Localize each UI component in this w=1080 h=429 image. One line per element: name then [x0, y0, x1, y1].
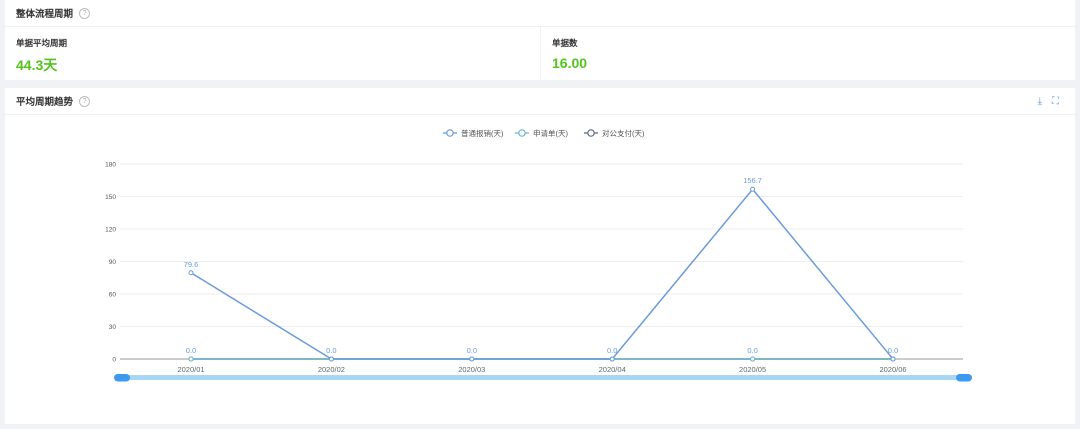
data-label: 0.0	[747, 346, 757, 355]
x-tick-label: 2020/05	[739, 365, 766, 374]
data-label: 0.0	[186, 346, 196, 355]
y-tick-label: 0	[112, 357, 116, 364]
x-tick-label: 2020/04	[599, 365, 626, 374]
data-label: 0.0	[467, 346, 477, 355]
legend-label: 申请单(天)	[533, 128, 568, 138]
legend-label: 对公支付(天)	[602, 128, 645, 138]
y-tick-label: 180	[105, 162, 116, 169]
legend-marker	[446, 129, 454, 137]
y-tick-label: 30	[109, 324, 117, 331]
x-tick-label: 2020/02	[318, 365, 345, 374]
data-point	[750, 186, 756, 192]
data-point	[188, 356, 194, 362]
x-tick-label: 2020/06	[879, 365, 906, 374]
zoom-track	[118, 375, 968, 380]
legend-marker	[587, 129, 595, 137]
y-tick-label: 120	[105, 227, 116, 234]
zoom-handle-right	[956, 374, 972, 382]
data-label: 156.7	[743, 176, 762, 185]
x-tick-label: 2020/01	[177, 365, 204, 374]
zoom-handle-left	[114, 374, 130, 382]
x-tick-label: 2020/03	[458, 365, 485, 374]
y-tick-label: 90	[109, 259, 117, 266]
data-point	[609, 356, 615, 362]
legend-label: 普通报销(天)	[461, 128, 504, 138]
data-point	[469, 356, 475, 362]
data-label: 0.0	[607, 346, 617, 355]
data-point	[328, 356, 334, 362]
data-label: 79.6	[184, 260, 199, 269]
trend-chart: 0 30 60 90 120 150 180 2020/01 2020/02 2020/03 202…	[105, 128, 972, 382]
data-label: 0.0	[326, 346, 336, 355]
legend-marker	[518, 129, 526, 137]
y-tick-label: 60	[109, 292, 117, 299]
data-point	[750, 356, 756, 362]
data-point	[890, 356, 896, 362]
y-tick-label: 150	[105, 194, 116, 201]
series-line	[190, 188, 894, 360]
data-label: 0.0	[888, 346, 898, 355]
data-point	[188, 270, 194, 276]
